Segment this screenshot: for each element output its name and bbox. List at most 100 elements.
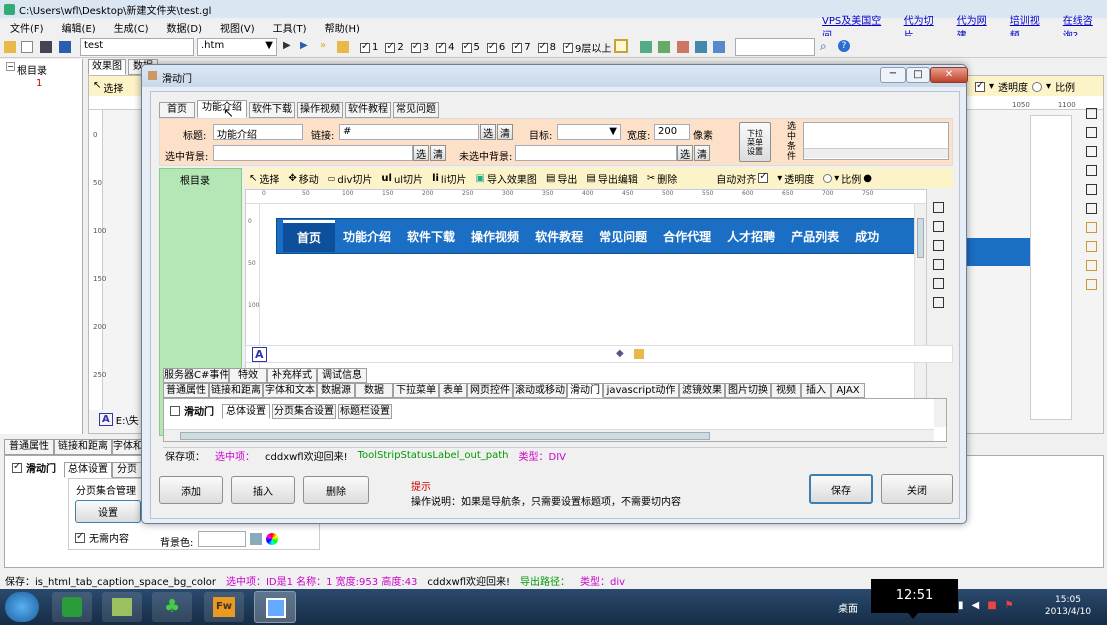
add-button[interactable]: 添加 [159, 476, 223, 504]
tab-paging[interactable]: 分页 [112, 462, 142, 478]
tree-root[interactable]: − 根目录 [6, 62, 47, 77]
nav-item-features[interactable]: 功能介绍 [335, 222, 399, 251]
menu-data[interactable]: 数据(D) [166, 20, 202, 35]
filename-input[interactable]: test [80, 38, 194, 56]
export-icon[interactable] [658, 41, 670, 53]
checkbox[interactable] [360, 41, 370, 53]
checkbox[interactable] [436, 41, 447, 53]
checkbox[interactable] [75, 531, 85, 543]
save-button[interactable]: 保存 [809, 474, 873, 504]
nav-item-faq[interactable]: 常见问题 [591, 222, 655, 251]
selected-bg-input[interactable] [213, 145, 413, 161]
tab-data[interactable]: 数据 [355, 383, 393, 398]
tab-titlebar[interactable]: 标题栏设置 [338, 404, 392, 419]
tab-overall[interactable]: 总体设置 [64, 462, 112, 478]
nav-item-home[interactable]: 首页 [283, 220, 336, 252]
selbg-select-button[interactable]: 选 [413, 145, 429, 161]
checkbox[interactable] [563, 41, 573, 53]
taskbar-app-folder[interactable] [102, 592, 142, 622]
shield-icon[interactable]: ■ [987, 600, 996, 611]
open-folder-icon[interactable] [4, 41, 16, 53]
menu-edit[interactable]: 编辑(E) [62, 20, 96, 35]
dropdown-settings-button[interactable]: 下拉 菜单 设置 [739, 122, 771, 162]
tab-video[interactable]: 视频 [771, 383, 801, 398]
tab-server-events[interactable]: 服务器C#事件 [163, 368, 229, 383]
tab-font-text[interactable]: 字体和文本 [263, 383, 317, 398]
set-button[interactable]: 设置 [75, 500, 141, 523]
tab-paging-set[interactable]: 分页集合设置 [272, 404, 336, 419]
tab-scroll[interactable]: 滚动或移动 [513, 383, 567, 398]
align-right-icon[interactable] [1086, 146, 1097, 157]
close-dialog-button[interactable]: 关闭 [881, 474, 953, 504]
taskbar-app-fireworks[interactable]: Fw [204, 592, 244, 622]
width-input[interactable]: 200 [654, 124, 690, 140]
save-icon[interactable] [40, 41, 52, 53]
close-button[interactable]: ✕ [930, 67, 968, 83]
level-6[interactable]: 6 [486, 40, 505, 55]
bg-slide-door-check[interactable]: 滑动门 [12, 460, 56, 475]
tab-video[interactable]: 操作视频 [297, 102, 343, 118]
taskbar-app-tool[interactable] [254, 591, 296, 623]
grid-icon[interactable] [695, 41, 707, 53]
align-top-icon[interactable] [1086, 165, 1097, 176]
color-wheel-icon[interactable] [266, 533, 278, 545]
tab-basic-props[interactable]: 普通属性 [4, 439, 54, 455]
brush-icon[interactable]: ◆ [616, 348, 624, 359]
tab-image-switch[interactable]: 图片切换 [725, 383, 771, 398]
font-icon[interactable]: A [252, 347, 267, 362]
insert-button[interactable]: 插入 [231, 476, 295, 504]
extension-select[interactable]: .htm ▼ [197, 38, 277, 56]
tab-home[interactable]: 首页 [159, 102, 195, 118]
tool-li-slice[interactable]: li li切片 [432, 171, 466, 186]
checkbox[interactable] [512, 41, 523, 53]
auto-align-checkbox[interactable] [758, 171, 769, 183]
scroll-thumb[interactable] [917, 218, 924, 258]
tab-effect[interactable]: 效果图 [88, 59, 126, 75]
help-icon[interactable]: ? [838, 40, 850, 52]
same-size-icon[interactable] [1086, 260, 1097, 271]
canvas-vscrollbar[interactable] [914, 204, 926, 418]
table-icon[interactable] [713, 41, 725, 53]
level-1[interactable]: 1 [360, 40, 378, 55]
level-8[interactable]: 8 [537, 40, 556, 55]
level-4[interactable]: 4 [436, 40, 455, 55]
tab-filters[interactable]: 滤镜效果 [679, 383, 725, 398]
tab-effects[interactable]: 特效 [229, 368, 267, 383]
tab-tutorial[interactable]: 软件教程 [345, 102, 391, 118]
prop-hscrollbar[interactable] [164, 429, 934, 441]
forward-icon[interactable]: » [320, 40, 326, 51]
collapse-icon[interactable]: − [6, 62, 15, 71]
tool-div-slice[interactable]: ▭ div切片 [328, 171, 373, 186]
maximize-button[interactable]: □ [906, 67, 930, 83]
checkbox[interactable] [461, 41, 472, 53]
transparency-control[interactable]: ▾ 透明度 [777, 171, 814, 186]
slide-door-check[interactable]: 滑动门 [170, 403, 214, 418]
folder-icon[interactable] [337, 41, 349, 53]
clock[interactable]: 15:05 2013/4/10 [1040, 594, 1096, 618]
unselbg-select-button[interactable]: 选 [677, 145, 693, 161]
desktop-label[interactable]: 桌面 [838, 600, 858, 615]
folder-icon[interactable] [634, 349, 644, 359]
tool-select[interactable]: ↖ 选择 [249, 171, 279, 186]
checkbox[interactable] [410, 41, 421, 53]
search-input[interactable] [735, 38, 815, 56]
align-right-icon[interactable] [933, 240, 944, 251]
taskbar-app-browser[interactable] [52, 592, 92, 622]
tab-form[interactable]: 表单 [439, 383, 467, 398]
tab-data-source[interactable]: 数据源 [317, 383, 355, 398]
bg-color-input[interactable] [198, 531, 246, 547]
prop-vscrollbar[interactable] [934, 399, 946, 427]
nav-item-video[interactable]: 操作视频 [463, 222, 527, 251]
tab-ajax[interactable]: AJAX [831, 383, 865, 398]
select-tool[interactable]: ↖ 选择 [93, 80, 123, 95]
tool-move[interactable]: ✥ 移动 [288, 171, 318, 186]
checkbox[interactable] [12, 461, 22, 473]
tool-export-edit[interactable]: ▤ 导出编辑 [586, 171, 637, 186]
auto-align[interactable]: 自动对齐 [716, 171, 769, 186]
align-left-icon[interactable] [1086, 108, 1097, 119]
signal-icon[interactable]: ▮ [958, 600, 964, 611]
align-bottom-icon[interactable] [933, 297, 944, 308]
scroll-thumb[interactable] [180, 432, 710, 440]
tab-link-distance[interactable]: 链接和距离 [209, 383, 263, 398]
menu-view[interactable]: 视图(V) [220, 20, 255, 35]
